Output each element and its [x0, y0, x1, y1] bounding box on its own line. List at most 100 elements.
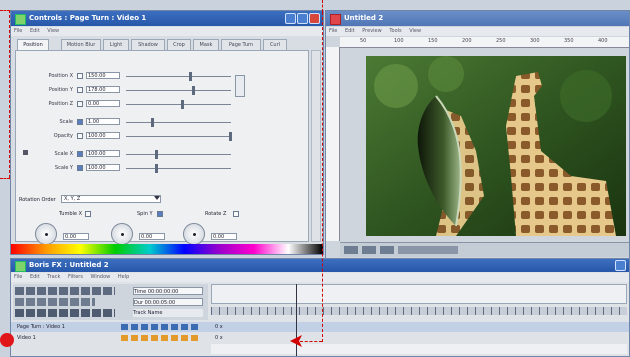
scale-slider-track[interactable] — [126, 122, 231, 123]
menu-help[interactable]: Help — [118, 274, 129, 280]
track-row[interactable]: Page Turn : Video 1 0 x — [11, 322, 629, 332]
annotation-dashed-line — [322, 12, 323, 342]
grid-button[interactable] — [380, 246, 394, 254]
rotate-z-field[interactable]: 0.00 — [211, 233, 237, 240]
rotate-z-knob[interactable] — [183, 223, 205, 245]
vertical-scrollbar[interactable] — [311, 50, 321, 242]
param-keyframe-checkbox[interactable] — [77, 87, 83, 93]
position-z-slider-thumb[interactable] — [181, 100, 184, 109]
menu-file[interactable]: File — [14, 28, 22, 34]
zoom-button[interactable] — [362, 246, 376, 254]
spin-y-knob[interactable] — [111, 223, 133, 245]
scale-y-slider-track[interactable] — [126, 168, 231, 169]
position-y-slider-thumb[interactable] — [192, 86, 195, 95]
scale-y-field[interactable]: 100.00 — [86, 164, 120, 171]
scale-x-slider-thumb[interactable] — [155, 150, 158, 159]
position-x-slider-track[interactable] — [126, 76, 231, 77]
tab-motion-blur[interactable]: Motion Blur — [61, 39, 101, 50]
annotation-dot — [0, 333, 14, 347]
menu-track[interactable]: Track — [47, 274, 60, 280]
preview-window-titlebar[interactable]: Untitled 2 — [326, 11, 629, 26]
play-button[interactable] — [344, 246, 358, 254]
position-x-field[interactable]: 150.00 — [86, 72, 120, 79]
app-icon — [15, 261, 26, 272]
current-time-field[interactable]: Time 00:00:00:00 — [133, 287, 203, 295]
track-name: Page Turn : Video 1 — [17, 324, 65, 330]
scale-field[interactable]: 1.00 — [86, 118, 120, 125]
menu-preview[interactable]: Preview — [362, 28, 381, 34]
timeline-window-title: Boris FX : Untitled 2 — [29, 261, 109, 269]
effect-window-titlebar[interactable]: Controls : Page Turn : Video 1 — [11, 11, 323, 26]
tab-crop[interactable]: Crop — [167, 39, 191, 50]
tab-position[interactable]: Position — [17, 39, 49, 50]
position-y-slider-track[interactable] — [126, 90, 231, 91]
close-button[interactable] — [615, 260, 626, 271]
maximize-button[interactable] — [297, 13, 308, 24]
track-name-header: Track Name — [133, 309, 203, 317]
tab-mask[interactable]: Mask — [193, 39, 219, 50]
menu-filters[interactable]: Filters — [68, 274, 83, 280]
scale-slider-thumb[interactable] — [151, 118, 154, 127]
color-picker-strip[interactable] — [11, 244, 323, 254]
rotation-order-label: Rotation Order — [19, 197, 56, 203]
knob-label: Spin Y — [137, 211, 153, 217]
preview-window-title: Untitled 2 — [344, 14, 384, 22]
close-button[interactable] — [309, 13, 320, 24]
position-z-slider-track[interactable] — [126, 104, 231, 105]
chevron-down-icon[interactable] — [154, 196, 160, 200]
opacity-slider-track[interactable] — [126, 136, 231, 137]
tool-buttons[interactable] — [15, 298, 95, 306]
param-keyframe-checkbox[interactable] — [77, 165, 83, 171]
scale-x-slider-track[interactable] — [126, 154, 231, 155]
track-controls[interactable] — [121, 335, 201, 341]
menu-file[interactable]: File — [329, 28, 337, 34]
knob-keyframe-checkbox[interactable] — [85, 211, 91, 217]
position-x-slider-thumb[interactable] — [189, 72, 192, 81]
tumble-x-knob[interactable] — [35, 223, 57, 245]
menu-edit[interactable]: Edit — [30, 274, 40, 280]
position-z-field[interactable]: 0.00 — [86, 100, 120, 107]
tab-page-turn[interactable]: Page Turn — [221, 39, 261, 50]
param-keyframe-checkbox[interactable] — [77, 119, 83, 125]
scale-x-field[interactable]: 100.00 — [86, 150, 120, 157]
timeline-ruler[interactable] — [211, 284, 627, 304]
effect-menubar: File Edit View — [11, 27, 323, 36]
menu-edit[interactable]: Edit — [345, 28, 355, 34]
tab-shadow[interactable]: Shadow — [131, 39, 165, 50]
knob-keyframe-checkbox[interactable] — [157, 211, 163, 217]
transport-buttons[interactable] — [15, 287, 115, 295]
track-controls[interactable] — [121, 324, 201, 330]
opacity-slider-thumb[interactable] — [229, 132, 232, 141]
opacity-field[interactable]: 100.00 — [86, 132, 120, 139]
video-preview-canvas[interactable] — [366, 56, 626, 236]
position-picker-button[interactable] — [235, 75, 245, 97]
position-y-field[interactable]: 178.00 — [86, 86, 120, 93]
tumble-x-field[interactable]: 0.00 — [63, 233, 89, 240]
rotation-order-value: X, Y, Z — [64, 196, 81, 202]
track-buttons[interactable] — [15, 309, 115, 317]
param-label: Position Z — [48, 101, 73, 107]
menu-window[interactable]: Window — [91, 274, 111, 280]
rotation-order-select[interactable]: X, Y, Z — [61, 195, 161, 203]
param-keyframe-checkbox[interactable] — [77, 101, 83, 107]
tab-curl[interactable]: Curl — [263, 39, 287, 50]
menu-edit[interactable]: Edit — [30, 28, 40, 34]
ruler-tick: 350 — [564, 38, 574, 44]
ruler-tick: 200 — [462, 38, 472, 44]
knob-keyframe-checkbox[interactable] — [233, 211, 239, 217]
menu-view[interactable]: View — [47, 28, 59, 34]
param-keyframe-checkbox[interactable] — [77, 73, 83, 79]
duration-field[interactable]: Dur 00:00:05:00 — [133, 298, 203, 306]
menu-view[interactable]: View — [409, 28, 421, 34]
spin-y-field[interactable]: 0.00 — [139, 233, 165, 240]
scale-y-slider-thumb[interactable] — [155, 164, 158, 173]
menu-tools[interactable]: Tools — [389, 28, 401, 34]
menu-file[interactable]: File — [14, 274, 22, 280]
minimize-button[interactable] — [285, 13, 296, 24]
param-keyframe-checkbox[interactable] — [77, 151, 83, 157]
param-keyframe-checkbox[interactable] — [77, 133, 83, 139]
tab-light[interactable]: Light — [103, 39, 129, 50]
timeline-track-area[interactable] — [211, 344, 627, 354]
channel-button[interactable] — [398, 246, 458, 254]
timeline-window-titlebar[interactable]: Boris FX : Untitled 2 — [11, 259, 629, 272]
